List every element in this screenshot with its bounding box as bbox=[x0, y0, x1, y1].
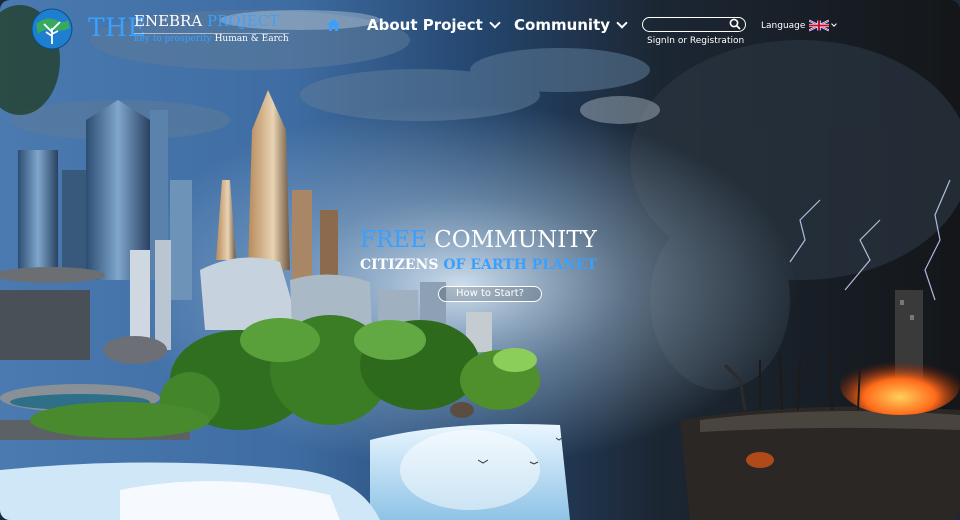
nav-about-project[interactable]: About Project bbox=[367, 14, 501, 36]
search-box bbox=[642, 17, 746, 32]
chevron-down-icon bbox=[831, 21, 838, 27]
nav-community-label: Community bbox=[514, 16, 611, 34]
nav-home[interactable] bbox=[326, 14, 346, 36]
language-label: Language bbox=[761, 20, 806, 31]
logo-title: ENEBRA PROJECT bbox=[134, 14, 279, 29]
site-logo[interactable]: THE ENEBRA PROJECT key to prosperity Hum… bbox=[26, 6, 289, 52]
logo-tagline: key to prosperity Human & Earch bbox=[134, 33, 289, 44]
how-to-start-button[interactable]: How to Start? bbox=[438, 286, 542, 302]
tagline-part1: key to prosperity bbox=[134, 34, 212, 44]
nav-about-project-label: About Project bbox=[367, 16, 483, 34]
hero-word-free: FREE bbox=[360, 227, 427, 253]
nav-community[interactable]: Community bbox=[514, 14, 628, 36]
home-icon bbox=[327, 19, 340, 31]
globe-tree-icon bbox=[31, 8, 73, 50]
chevron-down-icon bbox=[616, 16, 628, 29]
hero-headline: FREE COMMUNITY bbox=[360, 229, 640, 252]
logo-name-part1: ENEBRA bbox=[134, 12, 203, 30]
hero-words-of-earth-planet: OF EARTH PLANET bbox=[443, 257, 597, 273]
language-selector[interactable]: Language bbox=[761, 19, 838, 32]
search-icon[interactable] bbox=[729, 18, 741, 30]
signin-registration-link[interactable]: SignIn or Registration bbox=[647, 36, 744, 46]
uk-flag-icon bbox=[809, 19, 830, 32]
logo-name-part2: PROJECT bbox=[206, 12, 280, 30]
landing-page: THE ENEBRA PROJECT key to prosperity Hum… bbox=[0, 0, 960, 520]
hero-section: FREE COMMUNITY CITIZENS OF EARTH PLANET … bbox=[360, 229, 640, 302]
tagline-part2: Human & Earch bbox=[214, 34, 289, 44]
hero-subheadline: CITIZENS OF EARTH PLANET bbox=[360, 258, 640, 272]
chevron-down-icon bbox=[489, 16, 501, 29]
hero-word-community: COMMUNITY bbox=[434, 227, 597, 253]
hero-word-citizens: CITIZENS bbox=[360, 257, 439, 273]
search-input[interactable] bbox=[649, 18, 727, 30]
top-navigation-bar: THE ENEBRA PROJECT key to prosperity Hum… bbox=[0, 0, 960, 56]
